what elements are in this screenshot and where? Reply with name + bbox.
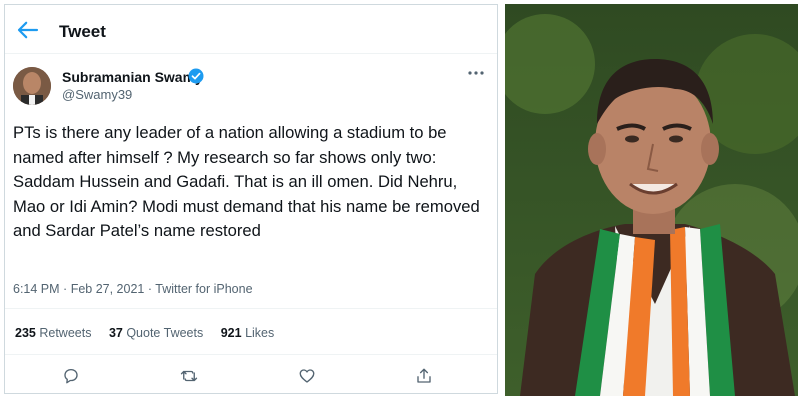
quote-tweets-label: Quote Tweets [126, 326, 204, 340]
avatar[interactable] [13, 67, 51, 105]
divider [5, 308, 497, 309]
reply-icon[interactable] [62, 367, 80, 385]
portrait-image [505, 4, 798, 396]
retweets-label: Retweets [39, 326, 92, 340]
share-icon[interactable] [415, 367, 433, 385]
tweet-text: PTs is there any leader of a nation allo… [13, 123, 480, 240]
avatar-image [13, 67, 51, 105]
likes-stat[interactable]: 921 Likes [221, 326, 275, 340]
tweet-time[interactable]: 6:14 PM [13, 282, 60, 296]
tweet-date[interactable]: Feb 27, 2021 [71, 282, 145, 296]
tweet-stats: 235 Retweets 37 Quote Tweets 921 Likes [15, 326, 288, 340]
page-title: Tweet [59, 22, 106, 41]
author-handle[interactable]: @Swamy39 [62, 87, 132, 102]
author-name[interactable]: Subramanian Swamy [62, 69, 203, 85]
tweet-header: Tweet [5, 5, 497, 54]
likes-label: Likes [245, 326, 275, 340]
more-icon[interactable] [467, 69, 485, 77]
tweet-meta: 6:14 PM · Feb 27, 2021 · Twitter for iPh… [13, 282, 253, 296]
meta-separator: · [63, 282, 71, 296]
retweet-icon[interactable] [180, 367, 198, 385]
quote-tweets-count: 37 [108, 326, 123, 340]
tweet-source[interactable]: Twitter for iPhone [155, 282, 252, 296]
back-arrow-icon[interactable] [17, 21, 39, 39]
tweet-panel: Tweet Subramanian Swamy @Swamy39 PTs is … [4, 4, 498, 394]
retweets-stat[interactable]: 235 Retweets [15, 326, 91, 340]
verified-badge-icon [188, 68, 204, 84]
author-photo [505, 4, 798, 396]
likes-count: 921 [220, 326, 242, 340]
like-heart-icon[interactable] [298, 367, 316, 385]
quote-tweets-stat[interactable]: 37 Quote Tweets [109, 326, 203, 340]
retweets-count: 235 [15, 326, 36, 340]
divider [5, 354, 497, 355]
